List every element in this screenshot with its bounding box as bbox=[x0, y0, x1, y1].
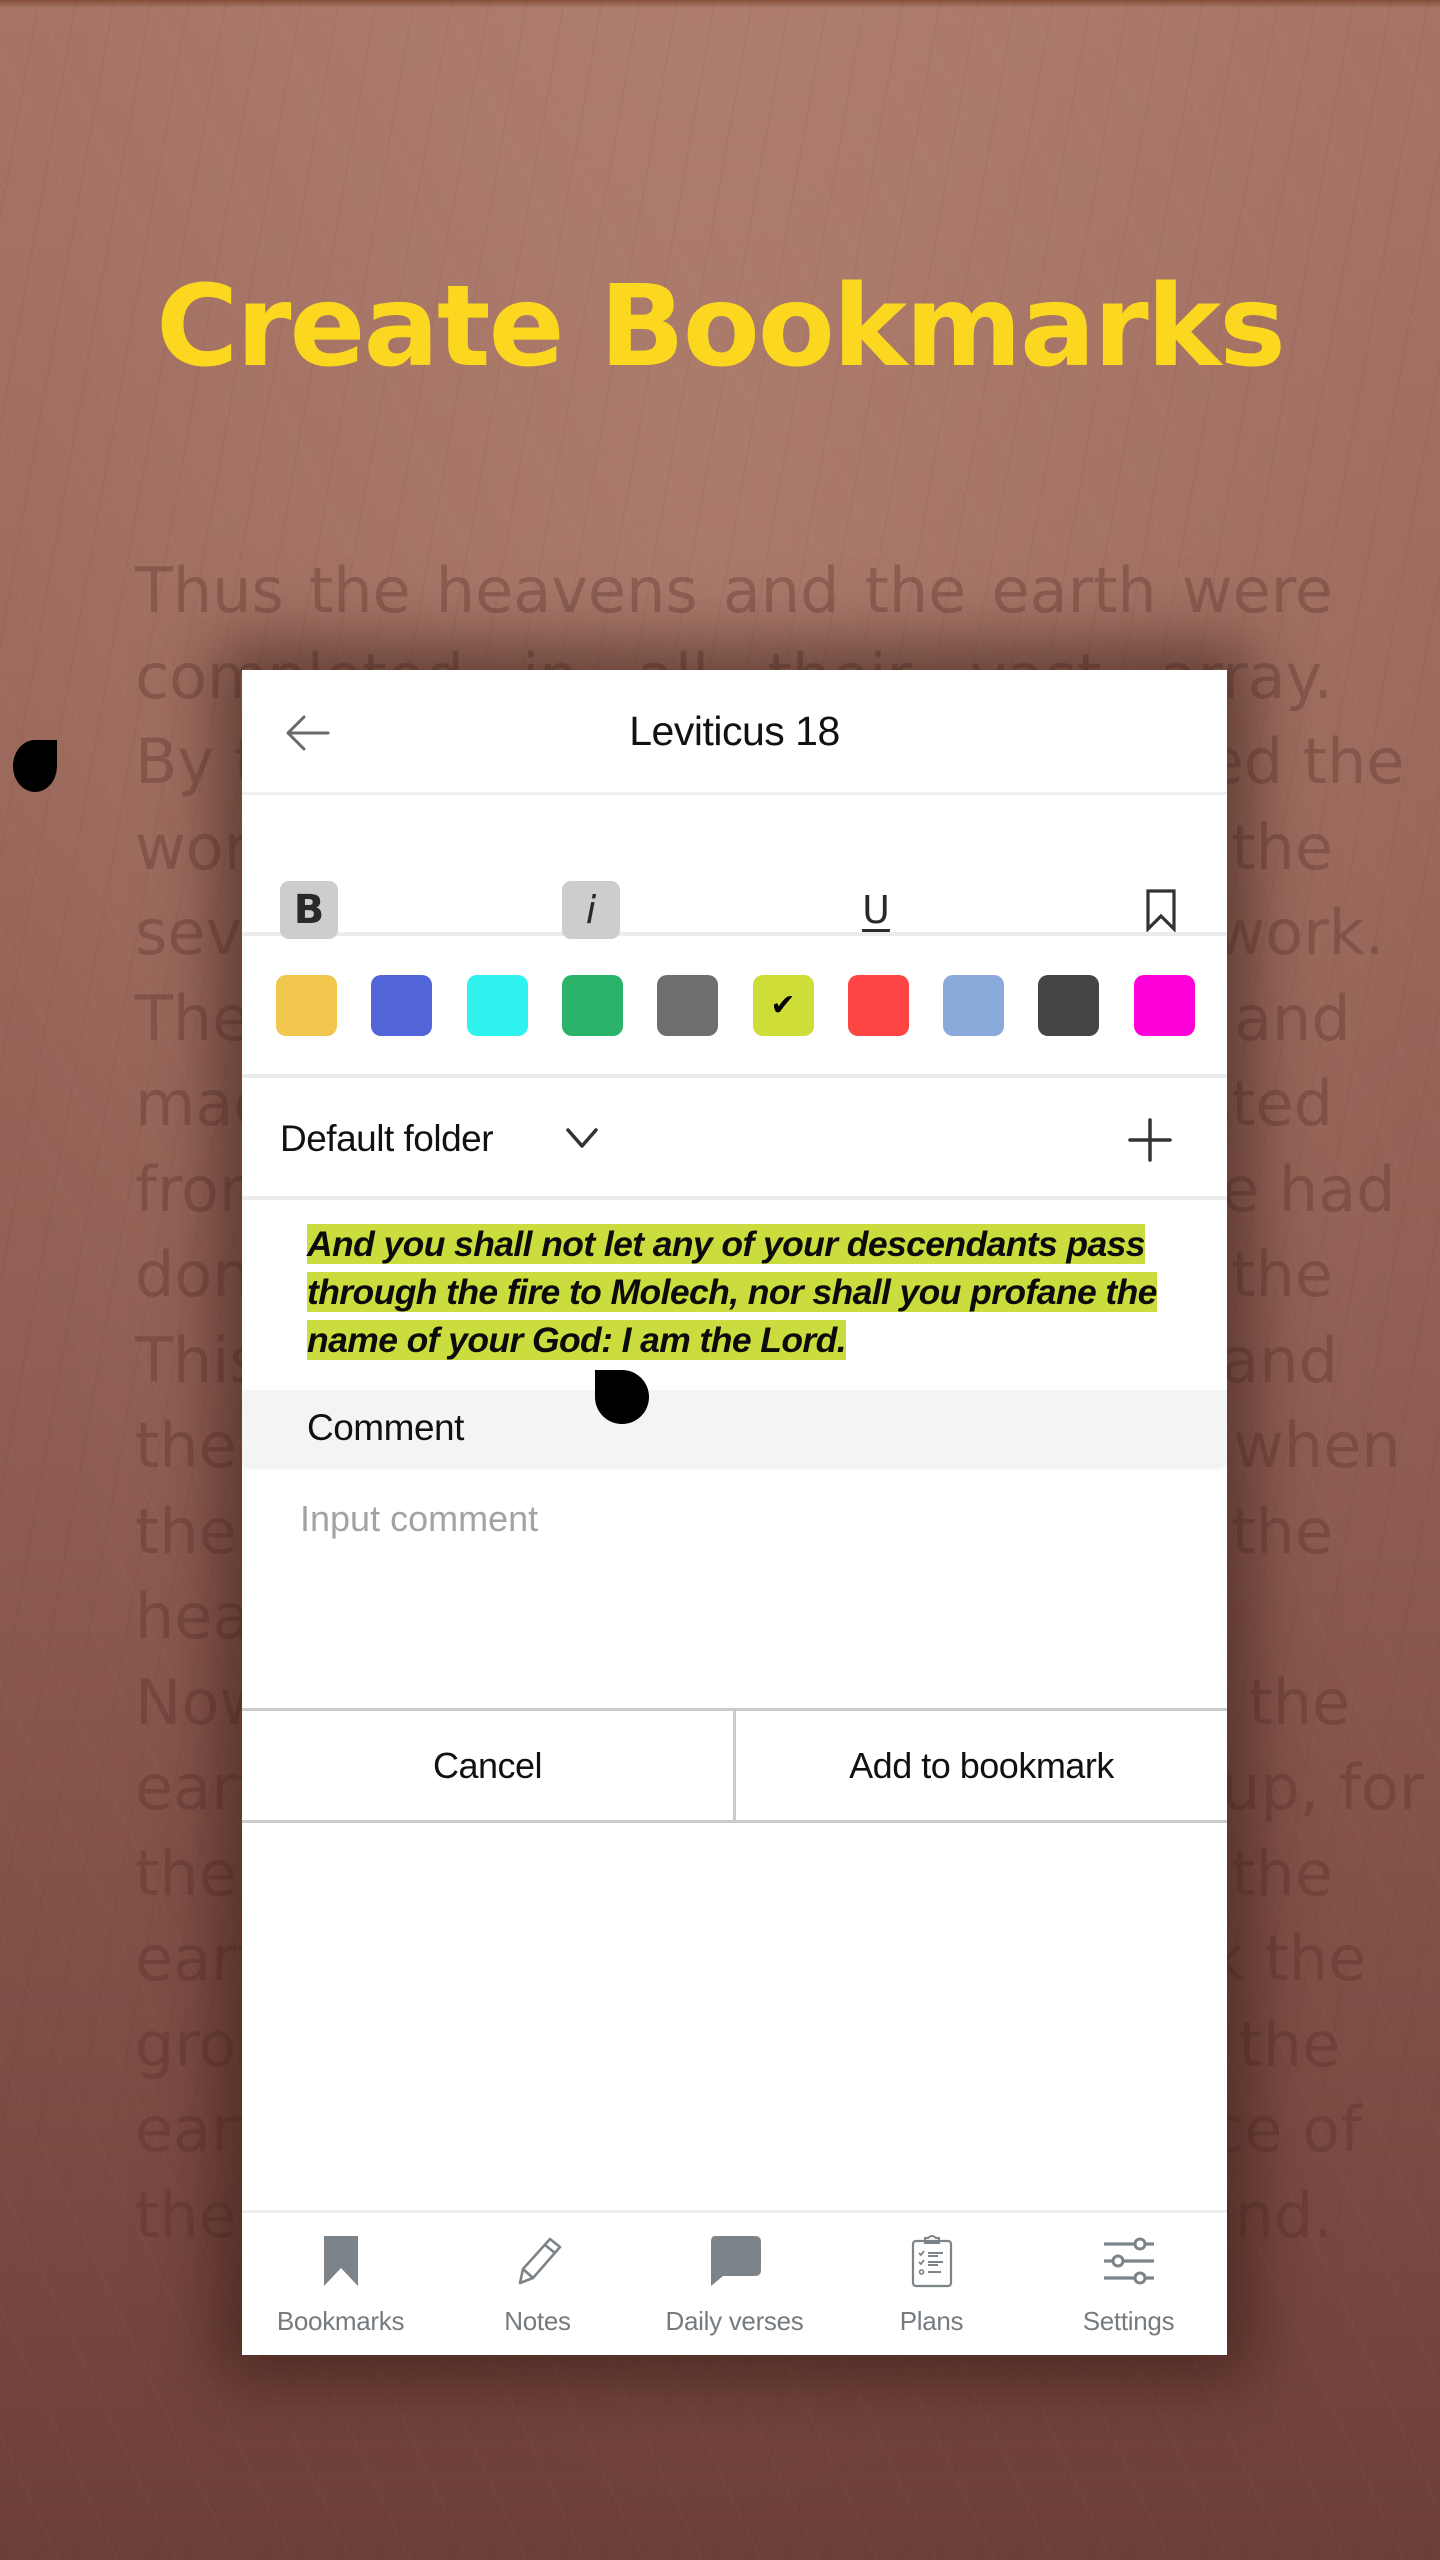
chevron-down-icon bbox=[566, 1128, 598, 1148]
add-to-bookmark-button[interactable]: Add to bookmark bbox=[736, 1711, 1227, 1820]
plus-icon bbox=[1128, 1118, 1172, 1162]
background-top-edge bbox=[0, 0, 1440, 8]
nav-item-daily-verses[interactable]: Daily verses bbox=[636, 2213, 833, 2355]
italic-label: i bbox=[585, 888, 597, 932]
bold-button[interactable]: B bbox=[280, 881, 338, 939]
app-screen: Leviticus 18 B i U ✔ Default folder And … bbox=[242, 670, 1227, 2355]
color-swatch-magenta[interactable] bbox=[1133, 975, 1195, 1036]
verse-highlight: And you shall not let any of your descen… bbox=[307, 1224, 1157, 1360]
clipboard-checklist-icon bbox=[911, 2235, 952, 2288]
nav-label-settings: Settings bbox=[1082, 2306, 1175, 2336]
page-title: Leviticus 18 bbox=[629, 707, 840, 754]
app-header: Leviticus 18 bbox=[242, 670, 1227, 795]
pencil-icon bbox=[518, 2237, 561, 2285]
arrow-left-icon bbox=[286, 715, 330, 751]
nav-label-plans: Plans bbox=[899, 2306, 964, 2336]
comment-section-header: Comment bbox=[242, 1390, 1227, 1465]
promo-headline: Create Bookmarks bbox=[156, 262, 1286, 392]
format-toolbar: B i U bbox=[242, 798, 1227, 939]
folder-row: Default folder bbox=[242, 1082, 1227, 1200]
nav-item-notes[interactable]: Notes bbox=[439, 2213, 636, 2355]
bookmark-outline-icon bbox=[1146, 889, 1176, 932]
selected-verse-text[interactable]: And you shall not let any of your descen… bbox=[307, 1220, 1197, 1364]
color-swatch-green[interactable] bbox=[561, 975, 623, 1036]
color-swatch-blue[interactable] bbox=[371, 975, 433, 1036]
color-swatch-gray[interactable] bbox=[657, 975, 719, 1036]
bookmark-toggle-button[interactable] bbox=[1132, 881, 1190, 939]
comment-label: Comment bbox=[307, 1407, 464, 1448]
checkmark-icon: ✔ bbox=[770, 989, 796, 1022]
underline-label: U bbox=[862, 888, 890, 932]
nav-item-plans[interactable]: Plans bbox=[833, 2213, 1030, 2355]
bookmark-filled-icon bbox=[323, 2236, 358, 2286]
nav-item-bookmarks[interactable]: Bookmarks bbox=[242, 2213, 439, 2355]
background-text-line: Thus the heavens and the earth were bbox=[135, 554, 1333, 627]
back-button[interactable] bbox=[282, 708, 332, 758]
underline-button[interactable]: U bbox=[847, 881, 905, 939]
bottom-navigation: Bookmarks Notes Daily verses Plans Setti… bbox=[242, 2210, 1227, 2355]
add-folder-button[interactable] bbox=[1122, 1112, 1178, 1168]
bold-label: B bbox=[293, 887, 325, 933]
nav-label-bookmarks: Bookmarks bbox=[276, 2306, 405, 2336]
nav-item-settings[interactable]: Settings bbox=[1030, 2213, 1227, 2355]
color-swatch-dark-gray[interactable] bbox=[1038, 975, 1100, 1036]
sliders-icon bbox=[1103, 2237, 1154, 2285]
highlight-color-picker: ✔ bbox=[242, 940, 1227, 1078]
selection-end-handle[interactable] bbox=[595, 1370, 649, 1424]
italic-button[interactable]: i bbox=[562, 881, 620, 939]
folder-select[interactable]: Default folder bbox=[280, 1118, 494, 1160]
cancel-button[interactable]: Cancel bbox=[242, 1711, 736, 1820]
selection-start-handle[interactable] bbox=[13, 740, 57, 792]
color-swatch-lime[interactable]: ✔ bbox=[752, 975, 814, 1036]
color-swatch-cyan[interactable] bbox=[466, 975, 528, 1036]
dialog-actions: Cancel Add to bookmark bbox=[242, 1708, 1227, 1823]
nav-label-daily-verses: Daily verses bbox=[665, 2306, 804, 2336]
folder-dropdown-button[interactable] bbox=[560, 1116, 604, 1160]
color-swatch-yellow[interactable] bbox=[276, 975, 337, 1036]
color-swatch-red[interactable] bbox=[847, 975, 909, 1036]
nav-label-notes: Notes bbox=[504, 2306, 571, 2336]
color-swatch-light-blue[interactable] bbox=[943, 975, 1005, 1036]
selected-verse-area: And you shall not let any of your descen… bbox=[242, 1204, 1227, 1389]
comment-input[interactable] bbox=[242, 1468, 1227, 1708]
speech-bubble-icon bbox=[710, 2236, 761, 2286]
